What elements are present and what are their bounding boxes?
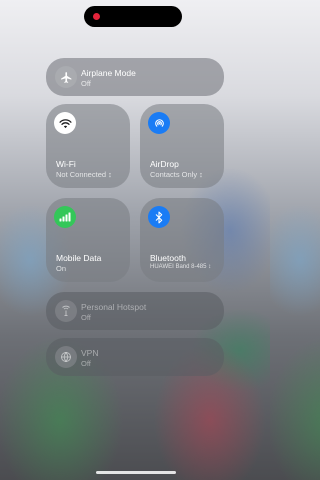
vpn-toggle[interactable]: VPN Off bbox=[46, 338, 224, 376]
hotspot-label: Personal Hotspot bbox=[81, 302, 147, 312]
bluetooth-status: HUAWEI Band 8-485 ↕ bbox=[150, 264, 212, 270]
airdrop-status: Contacts Only ↕ bbox=[150, 170, 203, 179]
vpn-icon bbox=[55, 346, 77, 368]
home-indicator[interactable] bbox=[96, 471, 176, 474]
wifi-label: Wi-Fi bbox=[56, 159, 76, 169]
airplane-mode-label: Airplane Mode bbox=[81, 68, 136, 78]
dynamic-island bbox=[84, 6, 182, 27]
mobile-data-label: Mobile Data bbox=[56, 253, 102, 263]
cellular-icon bbox=[54, 206, 76, 228]
airplane-icon bbox=[55, 66, 77, 88]
wifi-tile[interactable]: Wi-Fi Not Connected ↕ bbox=[46, 104, 130, 188]
wifi-status: Not Connected ↕ bbox=[56, 170, 112, 179]
airplane-mode-toggle[interactable]: Airplane Mode Off bbox=[46, 58, 224, 96]
personal-hotspot-toggle[interactable]: Personal Hotspot Off bbox=[46, 292, 224, 330]
wifi-icon bbox=[54, 112, 76, 134]
bluetooth-tile[interactable]: Bluetooth HUAWEI Band 8-485 ↕ bbox=[140, 198, 224, 282]
vpn-label: VPN bbox=[81, 348, 99, 358]
airdrop-tile[interactable]: AirDrop Contacts Only ↕ bbox=[140, 104, 224, 188]
airdrop-icon bbox=[148, 112, 170, 134]
recording-indicator bbox=[93, 13, 100, 20]
bluetooth-label: Bluetooth bbox=[150, 253, 186, 263]
vpn-status: Off bbox=[81, 359, 91, 368]
mobile-data-status: On bbox=[56, 264, 67, 273]
hotspot-status: Off bbox=[81, 313, 91, 322]
mobile-data-tile[interactable]: Mobile Data On bbox=[46, 198, 130, 282]
hotspot-icon bbox=[55, 300, 77, 322]
bluetooth-icon bbox=[148, 206, 170, 228]
airdrop-label: AirDrop bbox=[150, 159, 179, 169]
airplane-mode-status: Off bbox=[81, 79, 91, 88]
